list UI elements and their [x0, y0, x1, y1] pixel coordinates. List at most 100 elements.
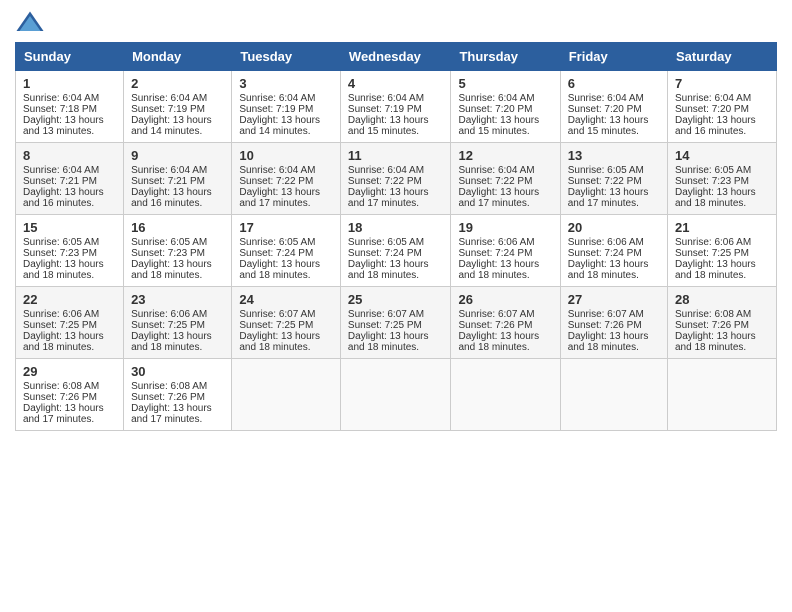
calendar-cell: 5Sunrise: 6:04 AMSunset: 7:20 PMDaylight…: [451, 71, 560, 143]
sunrise-label: Sunrise: 6:05 AM: [23, 237, 99, 248]
calendar-cell: 8Sunrise: 6:04 AMSunset: 7:21 PMDaylight…: [16, 143, 124, 215]
sunrise-label: Sunrise: 6:06 AM: [568, 237, 644, 248]
sunrise-label: Sunrise: 6:05 AM: [348, 237, 424, 248]
sunset-label: Sunset: 7:25 PM: [131, 320, 205, 331]
daylight-label: Daylight: 13 hours and 18 minutes.: [131, 259, 212, 281]
daylight-label: Daylight: 13 hours and 18 minutes.: [568, 331, 649, 353]
day-number: 22: [23, 292, 116, 307]
sunrise-label: Sunrise: 6:06 AM: [23, 309, 99, 320]
sunrise-label: Sunrise: 6:04 AM: [348, 165, 424, 176]
day-number: 4: [348, 76, 444, 91]
day-number: 29: [23, 364, 116, 379]
day-number: 9: [131, 148, 224, 163]
sunset-label: Sunset: 7:25 PM: [675, 248, 749, 259]
sunset-label: Sunset: 7:23 PM: [23, 248, 97, 259]
calendar-cell: 19Sunrise: 6:06 AMSunset: 7:24 PMDayligh…: [451, 215, 560, 287]
weekday-header-monday: Monday: [124, 43, 232, 71]
sunrise-label: Sunrise: 6:07 AM: [239, 309, 315, 320]
calendar-cell: 9Sunrise: 6:04 AMSunset: 7:21 PMDaylight…: [124, 143, 232, 215]
daylight-label: Daylight: 13 hours and 16 minutes.: [675, 115, 756, 137]
calendar-cell: 22Sunrise: 6:06 AMSunset: 7:25 PMDayligh…: [16, 287, 124, 359]
calendar-cell: [668, 359, 777, 431]
day-number: 17: [239, 220, 333, 235]
calendar-cell: 25Sunrise: 6:07 AMSunset: 7:25 PMDayligh…: [340, 287, 451, 359]
logo-icon: [15, 10, 45, 34]
weekday-header-row: SundayMondayTuesdayWednesdayThursdayFrid…: [16, 43, 777, 71]
sunrise-label: Sunrise: 6:04 AM: [458, 165, 534, 176]
daylight-label: Daylight: 13 hours and 18 minutes.: [458, 331, 539, 353]
daylight-label: Daylight: 13 hours and 18 minutes.: [675, 259, 756, 281]
daylight-label: Daylight: 13 hours and 15 minutes.: [568, 115, 649, 137]
weekday-header-thursday: Thursday: [451, 43, 560, 71]
weekday-header-saturday: Saturday: [668, 43, 777, 71]
day-number: 12: [458, 148, 552, 163]
weekday-header-wednesday: Wednesday: [340, 43, 451, 71]
day-number: 3: [239, 76, 333, 91]
calendar-cell: 26Sunrise: 6:07 AMSunset: 7:26 PMDayligh…: [451, 287, 560, 359]
calendar-cell: 4Sunrise: 6:04 AMSunset: 7:19 PMDaylight…: [340, 71, 451, 143]
week-row-4: 22Sunrise: 6:06 AMSunset: 7:25 PMDayligh…: [16, 287, 777, 359]
day-number: 10: [239, 148, 333, 163]
week-row-2: 8Sunrise: 6:04 AMSunset: 7:21 PMDaylight…: [16, 143, 777, 215]
calendar-cell: 21Sunrise: 6:06 AMSunset: 7:25 PMDayligh…: [668, 215, 777, 287]
sunset-label: Sunset: 7:25 PM: [348, 320, 422, 331]
day-number: 24: [239, 292, 333, 307]
calendar-cell: 3Sunrise: 6:04 AMSunset: 7:19 PMDaylight…: [232, 71, 341, 143]
day-number: 19: [458, 220, 552, 235]
sunset-label: Sunset: 7:19 PM: [239, 104, 313, 115]
calendar-cell: 20Sunrise: 6:06 AMSunset: 7:24 PMDayligh…: [560, 215, 667, 287]
calendar-cell: 10Sunrise: 6:04 AMSunset: 7:22 PMDayligh…: [232, 143, 341, 215]
calendar-cell: 15 Sunrise: 6:05 AMSunset: 7:23 PMDayligh…: [16, 215, 124, 287]
day-number: 28: [675, 292, 769, 307]
sunrise-label: Sunrise: 6:08 AM: [23, 381, 99, 392]
daylight-label: Daylight: 13 hours and 18 minutes.: [23, 259, 104, 281]
calendar-cell: 30Sunrise: 6:08 AMSunset: 7:26 PMDayligh…: [124, 359, 232, 431]
calendar-cell: 23Sunrise: 6:06 AMSunset: 7:25 PMDayligh…: [124, 287, 232, 359]
sunrise-label: Sunrise: 6:04 AM: [23, 165, 99, 176]
day-number: 13: [568, 148, 660, 163]
sunset-label: Sunset: 7:19 PM: [131, 104, 205, 115]
day-number: 16: [131, 220, 224, 235]
sunrise-label: Sunrise: 6:04 AM: [675, 93, 751, 104]
week-row-3: 15Sunrise: 6:05 AMSunset: 7:23 PMDayligh…: [16, 215, 777, 287]
day-number: 15: [23, 220, 116, 235]
calendar-cell: 6Sunrise: 6:04 AMSunset: 7:20 PMDaylight…: [560, 71, 667, 143]
weekday-header-friday: Friday: [560, 43, 667, 71]
sunset-label: Sunset: 7:21 PM: [23, 176, 97, 187]
sunset-label: Sunset: 7:21 PM: [131, 176, 205, 187]
day-number: 27: [568, 292, 660, 307]
sunset-label: Sunset: 7:24 PM: [239, 248, 313, 259]
day-number: 6: [568, 76, 660, 91]
calendar-cell: 29Sunrise: 6:08 AMSunset: 7:26 PMDayligh…: [16, 359, 124, 431]
weekday-header-tuesday: Tuesday: [232, 43, 341, 71]
calendar-cell: [340, 359, 451, 431]
calendar-cell: [232, 359, 341, 431]
calendar-cell: 24Sunrise: 6:07 AMSunset: 7:25 PMDayligh…: [232, 287, 341, 359]
daylight-label: Daylight: 13 hours and 17 minutes.: [348, 187, 429, 209]
daylight-label: Daylight: 13 hours and 15 minutes.: [458, 115, 539, 137]
calendar-cell: 28Sunrise: 6:08 AMSunset: 7:26 PMDayligh…: [668, 287, 777, 359]
calendar-cell: 17Sunrise: 6:05 AMSunset: 7:24 PMDayligh…: [232, 215, 341, 287]
sunset-label: Sunset: 7:22 PM: [458, 176, 532, 187]
sunrise-label: Sunrise: 6:05 AM: [131, 237, 207, 248]
sunset-label: Sunset: 7:24 PM: [458, 248, 532, 259]
daylight-label: Daylight: 13 hours and 18 minutes.: [675, 187, 756, 209]
sunset-label: Sunset: 7:20 PM: [675, 104, 749, 115]
sunrise-label: Sunrise: 6:06 AM: [675, 237, 751, 248]
calendar-cell: 16Sunrise: 6:05 AMSunset: 7:23 PMDayligh…: [124, 215, 232, 287]
day-number: 8: [23, 148, 116, 163]
calendar-cell: 14Sunrise: 6:05 AMSunset: 7:23 PMDayligh…: [668, 143, 777, 215]
logo: [15, 10, 49, 34]
daylight-label: Daylight: 13 hours and 18 minutes.: [131, 331, 212, 353]
calendar-cell: 11Sunrise: 6:04 AMSunset: 7:22 PMDayligh…: [340, 143, 451, 215]
sunset-label: Sunset: 7:18 PM: [23, 104, 97, 115]
sunrise-label: Sunrise: 6:07 AM: [458, 309, 534, 320]
daylight-label: Daylight: 13 hours and 15 minutes.: [348, 115, 429, 137]
sunset-label: Sunset: 7:20 PM: [568, 104, 642, 115]
day-number: 23: [131, 292, 224, 307]
sunset-label: Sunset: 7:19 PM: [348, 104, 422, 115]
daylight-label: Daylight: 13 hours and 18 minutes.: [348, 259, 429, 281]
daylight-label: Daylight: 13 hours and 18 minutes.: [458, 259, 539, 281]
sunrise-label: Sunrise: 6:07 AM: [348, 309, 424, 320]
daylight-label: Daylight: 13 hours and 18 minutes.: [239, 259, 320, 281]
